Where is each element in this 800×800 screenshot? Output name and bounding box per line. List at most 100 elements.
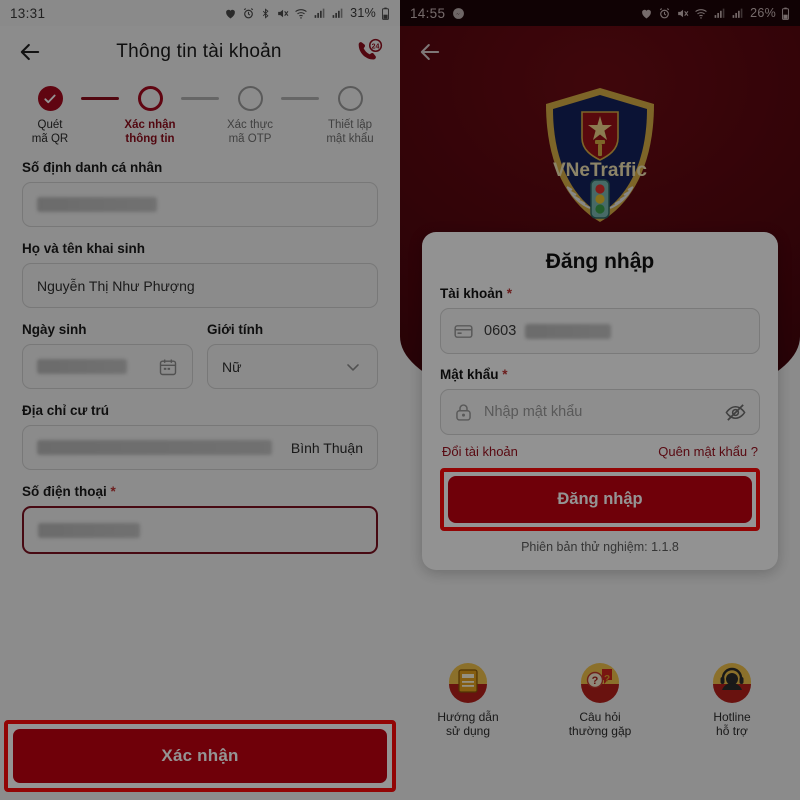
pending-step-dot-icon: [237, 86, 263, 111]
signal-icon: [332, 8, 343, 18]
faq-question-icon: ??: [578, 660, 622, 704]
battery-percent: 26%: [750, 6, 776, 20]
gender-select[interactable]: Nữ: [207, 344, 378, 389]
app-logo: VNeTraffic: [400, 84, 800, 226]
field-birth-date: Ngày sinh: [22, 322, 193, 389]
page-title: Thông tin tài khoản: [116, 41, 282, 62]
svg-text:?: ?: [604, 674, 610, 685]
back-arrow-icon[interactable]: [16, 38, 44, 66]
step-label: Xác nhận thông tin: [124, 119, 176, 145]
step-verify-otp[interactable]: Xác thực mã OTP: [219, 86, 281, 146]
guide-book-icon: [446, 660, 490, 704]
login-highlight-box: Đăng nhập: [440, 468, 760, 531]
field-label: Địa chỉ cư trú: [22, 403, 110, 418]
helper-label: Câu hỏi thường gặp: [568, 710, 632, 738]
step-label: Thiết lập mật khẩu: [326, 119, 374, 145]
step-scan-qr[interactable]: Quét mã QR: [19, 86, 81, 146]
helper-guide[interactable]: Hướng dẫn sử dụng: [426, 660, 510, 738]
battery-icon: [382, 7, 389, 20]
alarm-icon: [243, 7, 254, 18]
login-card: Đăng nhập Tài khoản * 0603 Mật khẩu * Nh…: [422, 232, 778, 570]
step-connector: [281, 97, 319, 100]
card-icon: [453, 321, 474, 342]
helper-faq[interactable]: ?? Câu hỏi thường gặp: [558, 660, 642, 738]
signal-icon: [732, 8, 743, 18]
field-address: Địa chỉ cư trú Bình Thuận: [22, 403, 378, 470]
address-input[interactable]: Bình Thuận: [22, 425, 378, 470]
switch-account-link[interactable]: Đổi tài khoản: [442, 444, 518, 459]
forgot-password-link[interactable]: Quên mật khẩu ?: [658, 444, 758, 459]
status-bar: 13:31 31%: [0, 0, 400, 26]
field-full-name: Họ và tên khai sinh Nguyễn Thị Như Phượn…: [22, 241, 378, 308]
confirm-button[interactable]: Xác nhận: [13, 729, 387, 783]
signal-icon: [314, 8, 325, 18]
field-label: Họ và tên khai sinh: [22, 241, 146, 256]
password-placeholder: Nhập mật khẩu: [484, 404, 583, 420]
heart-icon: [226, 9, 235, 18]
login-button[interactable]: Đăng nhập: [448, 476, 752, 523]
check-icon: [37, 86, 63, 111]
two-phone-screenshots: 13:31 31% Thông tin tài khoản 24 Quét mã…: [0, 0, 800, 800]
gender-value: Nữ: [222, 358, 242, 375]
step-connector: [81, 97, 119, 100]
helper-label: Hotline hỗ trợ: [713, 710, 751, 738]
personal-id-input[interactable]: [22, 182, 378, 227]
heart-icon: [642, 9, 651, 18]
right-phone-screen: 14:55 26% VNeTraffic Đăng nhập Tài khoản…: [400, 0, 800, 800]
wifi-icon: [295, 8, 307, 19]
calendar-icon[interactable]: [158, 357, 178, 377]
full-name-value: Nguyễn Thị Như Phượng: [37, 277, 195, 294]
battery-icon: [782, 7, 789, 20]
app-bar: [400, 26, 800, 78]
address-province-value: Bình Thuận: [290, 439, 363, 456]
birth-date-input[interactable]: [22, 344, 193, 389]
signal-icon: [714, 8, 725, 18]
field-label: Tài khoản *: [440, 286, 513, 301]
status-time: 14:55: [410, 5, 446, 21]
version-text: Phiên bản thử nghiệm: 1.1.8: [521, 540, 679, 554]
field-label: Số điện thoại *: [22, 484, 116, 499]
step-label: Xác thực mã OTP: [226, 119, 274, 145]
account-input[interactable]: 0603: [440, 308, 760, 354]
field-label: Số định danh cá nhân: [22, 160, 163, 175]
redacted-value: [525, 323, 612, 339]
field-label: Giới tính: [207, 322, 264, 337]
confirm-highlight-box: Xác nhận: [4, 720, 396, 792]
helper-hotline[interactable]: Hotline hỗ trợ: [690, 660, 774, 738]
field-password: Mật khẩu * Nhập mật khẩu: [440, 367, 760, 435]
mute-icon: [678, 9, 689, 17]
status-time: 13:31: [10, 5, 46, 21]
login-title: Đăng nhập: [545, 250, 655, 273]
progress-stepper: Quét mã QR Xác nhận thông tin Xác thực mã O…: [0, 78, 400, 150]
phone-24-icon[interactable]: 24: [354, 37, 384, 67]
messenger-icon: [453, 7, 465, 19]
battery-percent: 31%: [350, 6, 376, 20]
field-label: Mật khẩu *: [440, 367, 508, 382]
redacted-value: [37, 359, 127, 374]
password-input[interactable]: Nhập mật khẩu: [440, 389, 760, 435]
pending-step-dot-icon: [337, 86, 363, 111]
eye-off-icon[interactable]: [724, 401, 747, 424]
birth-gender-row: Ngày sinh Giới tính Nữ: [22, 322, 378, 403]
back-arrow-icon[interactable]: [416, 38, 444, 66]
wifi-icon: [695, 8, 707, 19]
app-bar: Thông tin tài khoản 24: [0, 26, 400, 78]
redacted-value: [37, 197, 157, 212]
bluetooth-icon: [262, 7, 269, 19]
svg-text:24: 24: [372, 43, 380, 50]
step-confirm-info[interactable]: Xác nhận thông tin: [119, 86, 181, 146]
headset-icon: [710, 660, 754, 704]
step-label: Quét mã QR: [31, 119, 69, 145]
field-gender: Giới tính Nữ: [207, 322, 378, 389]
vnetraffic-shield-logo: VNeTraffic: [546, 88, 654, 222]
svg-text:?: ?: [592, 675, 599, 687]
logo-text: VNeTraffic: [553, 160, 647, 181]
full-name-input[interactable]: Nguyễn Thị Như Phượng: [22, 263, 378, 308]
chevron-down-icon[interactable]: [343, 357, 363, 377]
required-mark: *: [110, 484, 116, 499]
phone-input[interactable]: [22, 506, 378, 554]
account-info-form: Số định danh cá nhân Họ và tên khai sinh…: [0, 150, 400, 554]
field-personal-id: Số định danh cá nhân: [22, 160, 378, 227]
required-mark: *: [506, 286, 513, 301]
step-set-password[interactable]: Thiết lập mật khẩu: [319, 86, 381, 146]
